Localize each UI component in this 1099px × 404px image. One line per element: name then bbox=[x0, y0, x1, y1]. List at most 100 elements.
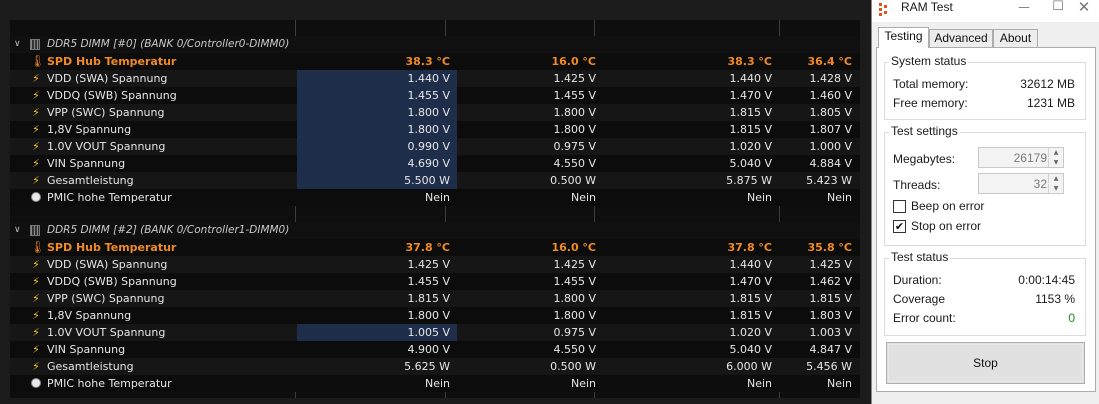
ram-test-window: RAM Test — ☐ ✕ Testing Advanced About Sy… bbox=[871, 0, 1099, 404]
testing-tab-panel: System status Total memory: 32612 MB Fre… bbox=[876, 47, 1096, 392]
beep-on-error-label[interactable]: Beep on error bbox=[911, 199, 984, 213]
title-bar[interactable]: RAM Test — ☐ ✕ bbox=[872, 0, 1099, 22]
sensor-min-value: 0.975 V bbox=[553, 326, 596, 339]
sensor-label: 1,8V Spannung bbox=[47, 309, 132, 322]
sensor-row[interactable]: ⚡ 1,8V Spannung 1.800 V 1.800 V 1.815 V 1.803… bbox=[10, 307, 860, 324]
sensor-table[interactable]: ∨ DDR5 DIMM [#0] (BANK 0/Controller0-DIMM… bbox=[10, 20, 860, 398]
sensor-row[interactable]: 🌡 SPD Hub Temperatur 38.3 °C 16.0 °C 38.3 °C… bbox=[10, 53, 860, 70]
sensor-row[interactable]: ⚡ VIN Spannung 4.690 V 4.550 V 5.040 V 4.884 … bbox=[10, 155, 860, 172]
sensor-label: VIN Spannung bbox=[47, 157, 126, 170]
minimize-icon[interactable]: — bbox=[1008, 0, 1040, 20]
stop-on-error-checkbox[interactable]: ✔ bbox=[893, 220, 906, 233]
sensor-row[interactable]: ⚡ VDD (SWA) Spannung 1.440 V 1.425 V 1.440 V… bbox=[10, 70, 860, 87]
sensor-label: PMIC hohe Temperatur bbox=[47, 377, 172, 390]
sensor-label: 1,8V Spannung bbox=[47, 123, 132, 136]
stop-button[interactable]: Stop bbox=[886, 342, 1085, 384]
sensor-avg-value: 5.423 W bbox=[806, 174, 852, 187]
sensor-header-band bbox=[0, 0, 870, 20]
spin-up-icon[interactable]: ▲ bbox=[1048, 148, 1063, 157]
sensor-row[interactable]: ⚡ VPP (SWC) Spannung 1.815 V 1.800 V 1.815 V… bbox=[10, 290, 860, 307]
sensor-avg-value: 1.462 V bbox=[809, 275, 852, 288]
sensor-min-value: 1.800 V bbox=[553, 106, 596, 119]
sensor-row[interactable]: PMIC hohe Temperatur Nein Nein Nein Nein bbox=[10, 375, 860, 392]
free-memory-value: 1231 MB bbox=[1026, 96, 1075, 110]
sensor-label: VPP (SWC) Spannung bbox=[47, 106, 165, 119]
sensor-avg-value: 1.815 V bbox=[809, 292, 852, 305]
lightning-icon: ⚡ bbox=[32, 343, 40, 356]
sensor-row[interactable]: ⚡ VDDQ (SWB) Spannung 1.455 V 1.455 V 1.470 … bbox=[10, 87, 860, 104]
sensor-label: 1.0V VOUT Spannung bbox=[47, 140, 166, 153]
lightning-icon: ⚡ bbox=[32, 157, 40, 170]
sensor-current-value: 0.990 V bbox=[407, 140, 450, 153]
close-icon[interactable]: ✕ bbox=[1068, 0, 1099, 20]
total-memory-label: Total memory: bbox=[893, 77, 969, 91]
duration-label: Duration: bbox=[893, 273, 942, 287]
spin-down-icon[interactable]: ▼ bbox=[1048, 158, 1063, 167]
sensor-row[interactable]: ⚡ 1.0V VOUT Spannung 0.990 V 0.975 V 1.020 V… bbox=[10, 138, 860, 155]
total-memory-value: 32612 MB bbox=[1020, 77, 1075, 91]
thermometer-icon: 🌡 bbox=[30, 240, 46, 254]
sensor-panel: ∨ DDR5 DIMM [#0] (BANK 0/Controller0-DIMM… bbox=[0, 0, 870, 404]
free-memory-label: Free memory: bbox=[893, 96, 968, 110]
clock-icon bbox=[31, 378, 41, 388]
sensor-current-value: 4.690 V bbox=[407, 157, 450, 170]
lightning-icon: ⚡ bbox=[32, 72, 40, 85]
sensor-row[interactable]: ⚡ Gesamtleistung 5.500 W 0.500 W 5.875 W 5.42… bbox=[10, 172, 860, 189]
sensor-row[interactable]: ⚡ Gesamtleistung 5.625 W 0.500 W 6.000 W 5.45… bbox=[10, 358, 860, 375]
sensor-row[interactable]: ⚡ VDDQ (SWB) Spannung 1.455 V 1.455 V 1.470 … bbox=[10, 273, 860, 290]
sensor-group-header[interactable]: ∨ DDR5 DIMM [#2] (BANK 0/Controller1-DIMM… bbox=[10, 222, 860, 239]
error-count-value: 0 bbox=[1068, 311, 1075, 325]
sensor-label: PMIC hohe Temperatur bbox=[47, 191, 172, 204]
tab-testing[interactable]: Testing bbox=[878, 27, 929, 48]
sensor-avg-value: 1.805 V bbox=[809, 106, 852, 119]
sensor-group-header[interactable]: ∨ DDR5 DIMM [#0] (BANK 0/Controller0-DIMM… bbox=[10, 36, 860, 53]
sensor-row[interactable]: ⚡ VIN Spannung 4.900 V 4.550 V 5.040 V 4.847 … bbox=[10, 341, 860, 358]
tab-about[interactable]: About bbox=[993, 29, 1038, 47]
sensor-current-value: 38.3 °C bbox=[405, 55, 450, 68]
sensor-avg-value: 4.884 V bbox=[809, 157, 852, 170]
sensor-min-value: 4.550 V bbox=[553, 157, 596, 170]
beep-on-error-checkbox[interactable] bbox=[893, 200, 906, 213]
chevron-down-icon[interactable]: ∨ bbox=[14, 39, 21, 49]
sensor-avg-value: 1.807 V bbox=[809, 123, 852, 136]
sensor-row[interactable]: PMIC hohe Temperatur Nein Nein Nein Nein bbox=[10, 189, 860, 206]
threads-value: 32 bbox=[1033, 177, 1047, 191]
sensor-min-value: 0.500 W bbox=[550, 174, 596, 187]
sensor-row[interactable]: 🌡 SPD Hub Temperatur 37.8 °C 16.0 °C 37.8 °C… bbox=[10, 239, 860, 256]
lightning-icon: ⚡ bbox=[32, 123, 40, 136]
sensor-current-value: 1.815 V bbox=[407, 292, 450, 305]
lightning-icon: ⚡ bbox=[32, 106, 40, 119]
sensor-min-value: 4.550 V bbox=[553, 343, 596, 356]
spin-up-icon[interactable]: ▲ bbox=[1048, 174, 1063, 183]
sensor-label: VDD (SWA) Spannung bbox=[47, 72, 168, 85]
sensor-avg-value: 5.456 W bbox=[806, 360, 852, 373]
memory-module-icon bbox=[30, 225, 40, 236]
sensor-min-value: 0.975 V bbox=[553, 140, 596, 153]
sensor-row[interactable]: ⚡ 1,8V Spannung 1.800 V 1.800 V 1.815 V 1.807… bbox=[10, 121, 860, 138]
sensor-row[interactable]: ⚡ VPP (SWC) Spannung 1.800 V 1.800 V 1.815 V… bbox=[10, 104, 860, 121]
test-status-group: Test status Duration: 0:00:14:45 Coverag… bbox=[884, 250, 1086, 336]
coverage-value: 1153 % bbox=[1035, 292, 1075, 306]
sensor-current-value: 37.8 °C bbox=[405, 241, 450, 254]
sensor-row[interactable]: ⚡ VDD (SWA) Spannung 1.425 V 1.425 V 1.440 V… bbox=[10, 256, 860, 273]
megabytes-spinbox[interactable]: 26179 ▲ ▼ bbox=[978, 147, 1064, 168]
thermometer-icon: 🌡 bbox=[30, 54, 46, 68]
sensor-avg-value: Nein bbox=[826, 377, 852, 390]
spin-down-icon[interactable]: ▼ bbox=[1048, 184, 1063, 193]
stop-on-error-label[interactable]: Stop on error bbox=[911, 219, 981, 233]
system-status-group: System status Total memory: 32612 MB Fre… bbox=[884, 54, 1086, 120]
sensor-avg-value: 1.000 V bbox=[809, 140, 852, 153]
sensor-label: 1.0V VOUT Spannung bbox=[47, 326, 166, 339]
lightning-icon: ⚡ bbox=[32, 258, 40, 271]
sensor-current-value: 1.455 V bbox=[407, 275, 450, 288]
threads-spinbox[interactable]: 32 ▲ ▼ bbox=[978, 173, 1064, 194]
lightning-icon: ⚡ bbox=[32, 89, 40, 102]
sensor-label: SPD Hub Temperatur bbox=[47, 241, 177, 254]
sensor-label: SPD Hub Temperatur bbox=[47, 55, 177, 68]
sensor-row[interactable]: ⚡ 1.0V VOUT Spannung 1.005 V 0.975 V 1.020 V… bbox=[10, 324, 860, 341]
chevron-down-icon[interactable]: ∨ bbox=[14, 225, 21, 235]
tab-advanced[interactable]: Advanced bbox=[929, 29, 993, 47]
sensor-avg-value: 1.003 V bbox=[809, 326, 852, 339]
sensor-avg-value: 1.803 V bbox=[809, 309, 852, 322]
sensor-min-value: 1.425 V bbox=[553, 258, 596, 271]
